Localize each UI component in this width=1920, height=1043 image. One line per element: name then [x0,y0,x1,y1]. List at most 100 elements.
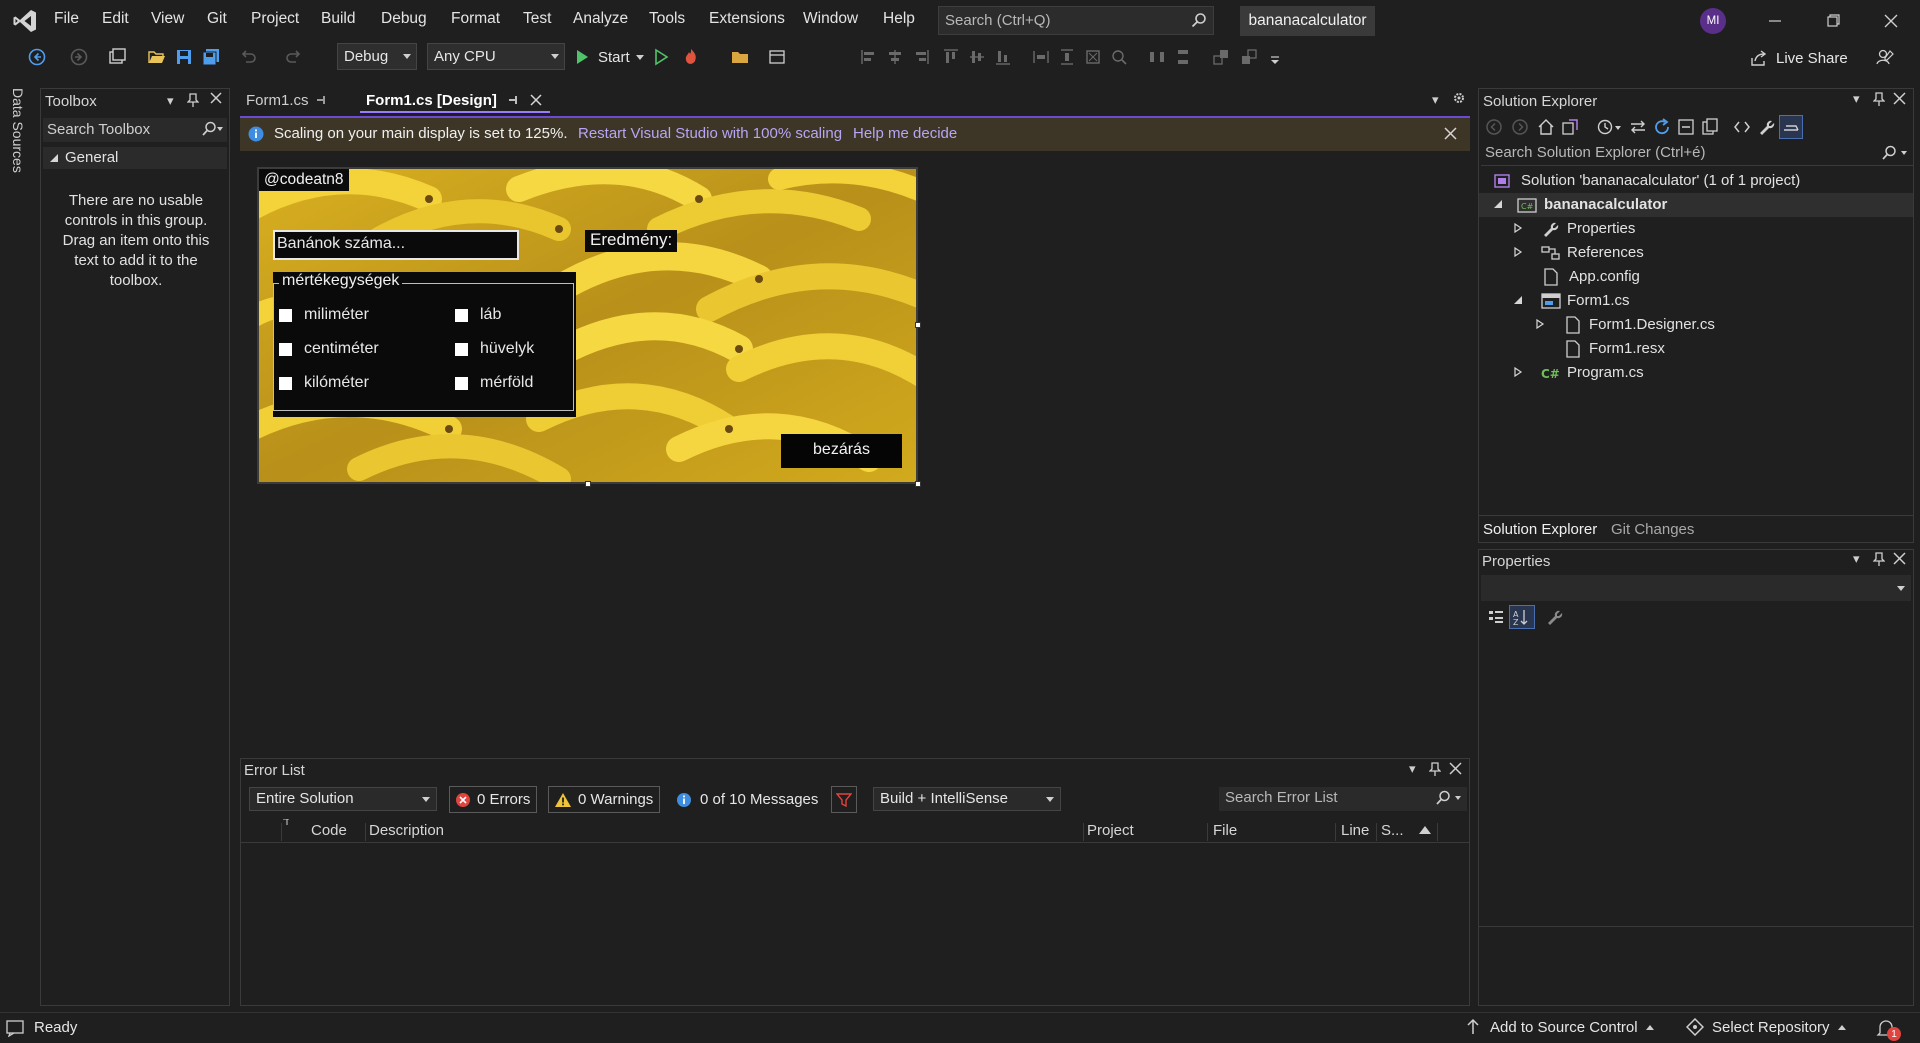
se-view-code-icon[interactable] [1733,118,1751,136]
layout-toolbar-icon[interactable] [768,48,786,66]
tree-properties[interactable]: Properties [1479,217,1913,241]
error-list-pin-icon[interactable] [1429,762,1441,776]
save-icon[interactable] [175,48,193,66]
toolbox-menu-icon[interactable]: ▾ [167,93,174,109]
notifications-bell-icon[interactable]: 1 [1876,1017,1904,1041]
expanded-arrow-icon[interactable] [1493,199,1503,209]
menu-window[interactable]: Window [803,10,858,28]
solution-explorer-menu-icon[interactable]: ▾ [1853,91,1860,107]
project-name-badge[interactable]: bananacalculator [1240,6,1375,36]
filter-icon[interactable] [831,786,857,813]
se-sync-icon[interactable] [1629,118,1647,136]
tree-project[interactable]: C# bananacalculator [1479,193,1913,217]
se-show-all-files-icon[interactable] [1701,118,1719,136]
add-to-source-control-button[interactable]: Add to Source Control [1466,1018,1654,1036]
error-list-close-icon[interactable] [1449,762,1462,775]
save-all-icon[interactable] [202,48,220,66]
menu-analyze[interactable]: Analyze [573,10,628,28]
resize-handle-corner[interactable] [915,481,921,487]
undo-icon[interactable] [240,48,258,66]
tree-references[interactable]: References [1479,241,1913,265]
feedback-icon[interactable] [1876,48,1894,66]
checkbox-kilometer[interactable]: kilóméter [279,374,369,392]
column-file[interactable]: File [1213,822,1237,839]
tree-form1-designer-cs[interactable]: Form1.Designer.cs [1479,313,1913,337]
live-share-button[interactable]: Live Share [1750,47,1848,69]
column-sort-icon[interactable] [283,819,291,827]
error-list-menu-icon[interactable]: ▾ [1409,761,1416,777]
alphabetical-icon[interactable]: AZ [1509,605,1535,629]
tab-list-dropdown-icon[interactable]: ▾ [1432,92,1439,108]
collapsed-arrow-icon[interactable] [1535,319,1545,329]
close-window-icon[interactable] [1876,8,1906,34]
menu-edit[interactable]: Edit [102,10,129,28]
tab-pin-icon[interactable] [316,94,328,106]
navigate-back-icon[interactable] [28,48,46,66]
tab-settings-gear-icon[interactable] [1452,91,1466,105]
tab-form1-design[interactable]: Form1.cs [Design] [360,88,550,113]
send-to-back-icon[interactable] [1240,48,1258,66]
menu-view[interactable]: View [151,10,184,28]
solution-platform-select[interactable]: Any CPU [427,43,565,70]
menu-test[interactable]: Test [523,10,551,28]
align-middles-icon[interactable] [968,48,986,66]
data-sources-tab[interactable]: Data Sources [8,88,30,188]
form-preview[interactable]: @codeatn8 Banánok száma... Eredmény: mér… [257,167,918,484]
start-debugging-button[interactable]: Start [574,46,644,68]
avatar[interactable]: MI [1700,8,1726,34]
build-intellisense-select[interactable]: Build + IntelliSense [873,787,1061,811]
tree-program-cs[interactable]: C# Program.cs [1479,361,1913,385]
tab-close-icon[interactable] [530,94,542,106]
size-to-grid-icon[interactable] [1110,48,1128,66]
redo-icon[interactable] [284,48,302,66]
menu-file[interactable]: File [54,10,79,28]
hot-reload-icon[interactable] [682,48,700,66]
restore-icon[interactable] [1818,8,1848,34]
checkbox-foot[interactable]: láb [455,306,501,324]
properties-pin-icon[interactable] [1873,552,1885,566]
tree-app-config[interactable]: App.config [1479,265,1913,289]
align-tops-icon[interactable] [942,48,960,66]
navigate-forward-icon[interactable] [70,48,88,66]
solution-explorer-pin-icon[interactable] [1873,92,1885,106]
resize-handle-right[interactable] [915,322,921,328]
bring-to-front-icon[interactable] [1212,48,1230,66]
se-forward-icon[interactable] [1511,118,1529,136]
menu-git[interactable]: Git [207,10,227,28]
menu-debug[interactable]: Debug [381,10,427,28]
tab-solution-explorer[interactable]: Solution Explorer [1483,521,1597,538]
info-close-icon[interactable] [1444,127,1457,140]
restart-scaling-link[interactable]: Restart Visual Studio with 100% scaling [578,125,842,142]
se-properties-wrench-icon[interactable] [1757,118,1775,136]
collapsed-arrow-icon[interactable] [1513,367,1523,377]
open-folder-icon[interactable] [731,48,749,66]
help-me-decide-link[interactable]: Help me decide [853,125,957,142]
tree-form1-cs[interactable]: Form1.cs [1479,289,1913,313]
banana-count-input[interactable]: Banánok száma... [273,230,519,260]
toolbox-search-input[interactable]: Search Toolbox [43,118,227,142]
checkbox-mile[interactable]: mérföld [455,374,533,392]
se-switch-views-icon[interactable] [1561,118,1579,136]
menu-build[interactable]: Build [321,10,355,28]
new-project-icon[interactable] [108,48,126,66]
global-search-input[interactable]: Search (Ctrl+Q) [938,6,1214,35]
tab-pin-icon[interactable] [508,94,520,106]
se-back-icon[interactable] [1485,118,1503,136]
menu-tools[interactable]: Tools [649,10,685,28]
tree-form1-resx[interactable]: Form1.resx [1479,337,1913,361]
se-collapse-all-icon[interactable] [1677,118,1695,136]
se-refresh-icon[interactable] [1653,118,1671,136]
toolbox-pin-icon[interactable] [187,93,199,107]
messages-filter-button[interactable]: 0 of 10 Messages [671,786,819,813]
tab-form1-cs[interactable]: Form1.cs [240,88,352,113]
se-pending-changes-icon[interactable] [1597,118,1623,136]
solution-explorer-close-icon[interactable] [1893,92,1906,105]
minimize-icon[interactable] [1760,8,1790,34]
column-project[interactable]: Project [1087,822,1134,839]
close-form-button[interactable]: bezárás [781,434,902,468]
vertical-spacing-icon[interactable] [1174,48,1192,66]
menu-format[interactable]: Format [451,10,500,28]
error-list-search-input[interactable]: Search Error List [1219,787,1467,811]
column-line[interactable]: Line [1341,822,1369,839]
horizontal-spacing-icon[interactable] [1148,48,1166,66]
